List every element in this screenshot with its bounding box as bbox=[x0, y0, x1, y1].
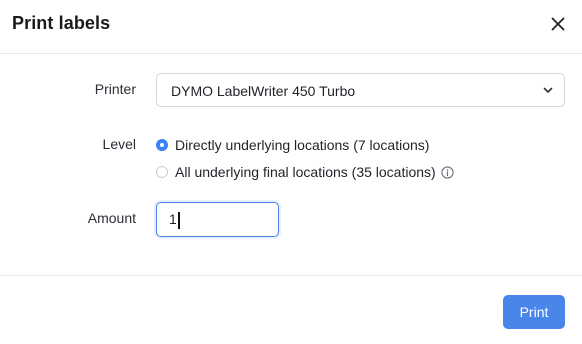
amount-field[interactable] bbox=[156, 202, 279, 237]
dialog-title: Print labels bbox=[12, 13, 111, 33]
level-option-direct-label: Directly underlying locations (7 locatio… bbox=[175, 137, 430, 153]
level-option-direct[interactable]: Directly underlying locations (7 locatio… bbox=[156, 135, 429, 155]
amount-input[interactable] bbox=[169, 211, 269, 227]
dialog-header: Print labels bbox=[0, 0, 582, 54]
printer-select-value: DYMO LabelWriter 450 Turbo bbox=[171, 83, 356, 99]
radio-final-unchecked[interactable] bbox=[156, 166, 168, 178]
chevron-down-icon bbox=[543, 87, 553, 93]
dialog-footer: Print bbox=[0, 275, 582, 344]
level-option-final-label: All underlying final locations (35 locat… bbox=[175, 164, 436, 180]
printer-select[interactable]: DYMO LabelWriter 450 Turbo bbox=[156, 73, 565, 107]
printer-label: Printer bbox=[94, 81, 136, 97]
text-caret bbox=[178, 212, 180, 229]
radio-direct-checked[interactable] bbox=[156, 139, 168, 151]
close-icon bbox=[551, 17, 565, 31]
amount-label: Amount bbox=[87, 210, 136, 226]
close-button[interactable] bbox=[546, 12, 570, 36]
info-icon[interactable] bbox=[441, 165, 454, 179]
level-option-final[interactable]: All underlying final locations (35 locat… bbox=[156, 162, 454, 182]
level-label: Level bbox=[102, 136, 136, 152]
print-labels-dialog: Print labels Printer DYMO LabelWriter 45… bbox=[0, 0, 582, 344]
print-button[interactable]: Print bbox=[503, 295, 565, 329]
